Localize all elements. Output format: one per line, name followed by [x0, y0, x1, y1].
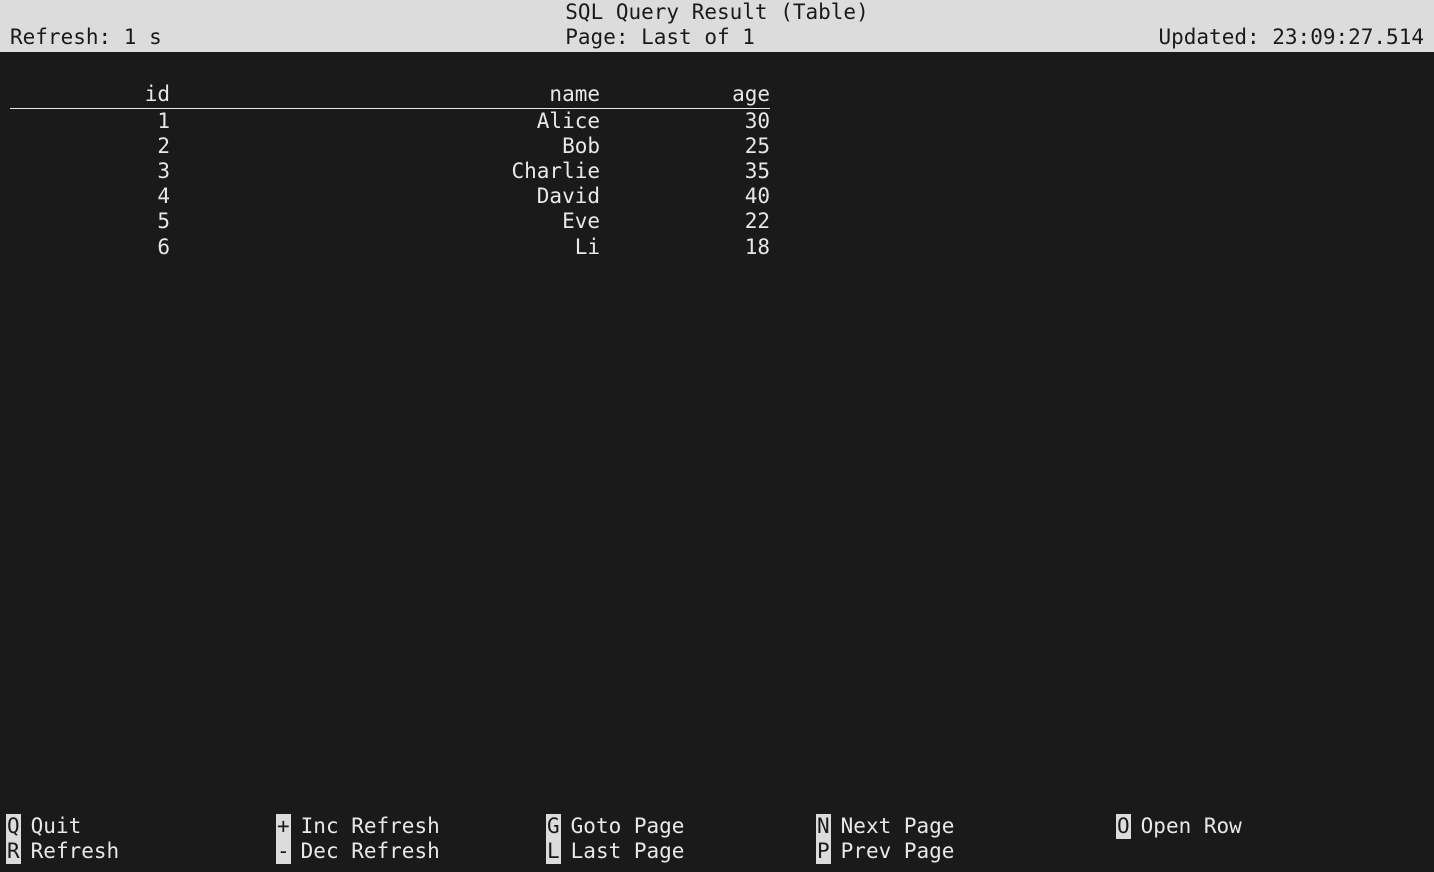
shortcut-label: Quit — [31, 814, 82, 839]
shortcut-key: - — [276, 839, 291, 864]
shortcut-inc-refresh[interactable]: + Inc Refresh — [276, 814, 546, 839]
cell-id: 3 — [10, 159, 170, 184]
cell-name: Bob — [170, 134, 600, 159]
cell-name: Charlie — [170, 159, 600, 184]
shortcut-quit[interactable]: Q Quit — [6, 814, 276, 839]
cell-id: 2 — [10, 134, 170, 159]
table-row[interactable]: 1 Alice 30 — [10, 108, 770, 134]
refresh-status: Refresh: 1 s — [10, 25, 162, 50]
cell-age: 35 — [600, 159, 770, 184]
shortcut-key: Q — [6, 814, 21, 839]
footer-row-2: R Refresh - Dec Refresh L Last Page P Pr… — [6, 839, 1428, 864]
cell-age: 30 — [600, 108, 770, 134]
shortcut-key: N — [816, 814, 831, 839]
shortcut-goto-page[interactable]: G Goto Page — [546, 814, 816, 839]
page-status: Page: Last of 1 — [162, 25, 1159, 50]
updated-status: Updated: 23:09:27.514 — [1158, 25, 1424, 50]
shortcut-label: Goto Page — [571, 814, 685, 839]
footer-shortcuts: Q Quit + Inc Refresh G Goto Page N Next … — [0, 814, 1434, 864]
shortcut-label: Next Page — [841, 814, 955, 839]
shortcut-key: P — [816, 839, 831, 864]
table-header-row: id name age — [10, 82, 770, 108]
shortcut-key: O — [1116, 814, 1131, 839]
table-row[interactable]: 3 Charlie 35 — [10, 159, 770, 184]
shortcut-next-page[interactable]: N Next Page — [816, 814, 1116, 839]
column-header-age: age — [600, 82, 770, 108]
shortcut-key: + — [276, 814, 291, 839]
header-status-row: Refresh: 1 s Page: Last of 1 Updated: 23… — [10, 25, 1424, 50]
results-area: id name age 1 Alice 30 2 Bob 25 3 Charli… — [0, 52, 1434, 259]
shortcut-key: G — [546, 814, 561, 839]
shortcut-refresh[interactable]: R Refresh — [6, 839, 276, 864]
shortcut-label: Refresh — [31, 839, 120, 864]
cell-name: David — [170, 184, 600, 209]
cell-id: 5 — [10, 209, 170, 234]
cell-id: 1 — [10, 108, 170, 134]
shortcut-label: Prev Page — [841, 839, 955, 864]
table-row[interactable]: 5 Eve 22 — [10, 209, 770, 234]
cell-name: Li — [170, 235, 600, 260]
shortcut-last-page[interactable]: L Last Page — [546, 839, 816, 864]
cell-id: 6 — [10, 235, 170, 260]
footer-row-1: Q Quit + Inc Refresh G Goto Page N Next … — [6, 814, 1428, 839]
table-row[interactable]: 6 Li 18 — [10, 235, 770, 260]
table-row[interactable]: 4 David 40 — [10, 184, 770, 209]
shortcut-key: L — [546, 839, 561, 864]
table-row[interactable]: 2 Bob 25 — [10, 134, 770, 159]
shortcut-label: Dec Refresh — [301, 839, 440, 864]
cell-age: 40 — [600, 184, 770, 209]
results-table: id name age 1 Alice 30 2 Bob 25 3 Charli… — [10, 82, 770, 259]
cell-name: Eve — [170, 209, 600, 234]
column-header-id: id — [10, 82, 170, 108]
shortcut-label: Inc Refresh — [301, 814, 440, 839]
shortcut-label: Last Page — [571, 839, 685, 864]
cell-age: 18 — [600, 235, 770, 260]
shortcut-dec-refresh[interactable]: - Dec Refresh — [276, 839, 546, 864]
shortcut-prev-page[interactable]: P Prev Page — [816, 839, 1116, 864]
cell-name: Alice — [170, 108, 600, 134]
header-bar: SQL Query Result (Table) Refresh: 1 s Pa… — [0, 0, 1434, 52]
cell-age: 25 — [600, 134, 770, 159]
window-title: SQL Query Result (Table) — [10, 0, 1424, 25]
shortcut-key: R — [6, 839, 21, 864]
cell-age: 22 — [600, 209, 770, 234]
shortcut-label: Open Row — [1141, 814, 1242, 839]
cell-id: 4 — [10, 184, 170, 209]
column-header-name: name — [170, 82, 600, 108]
shortcut-open-row[interactable]: O Open Row — [1116, 814, 1386, 839]
